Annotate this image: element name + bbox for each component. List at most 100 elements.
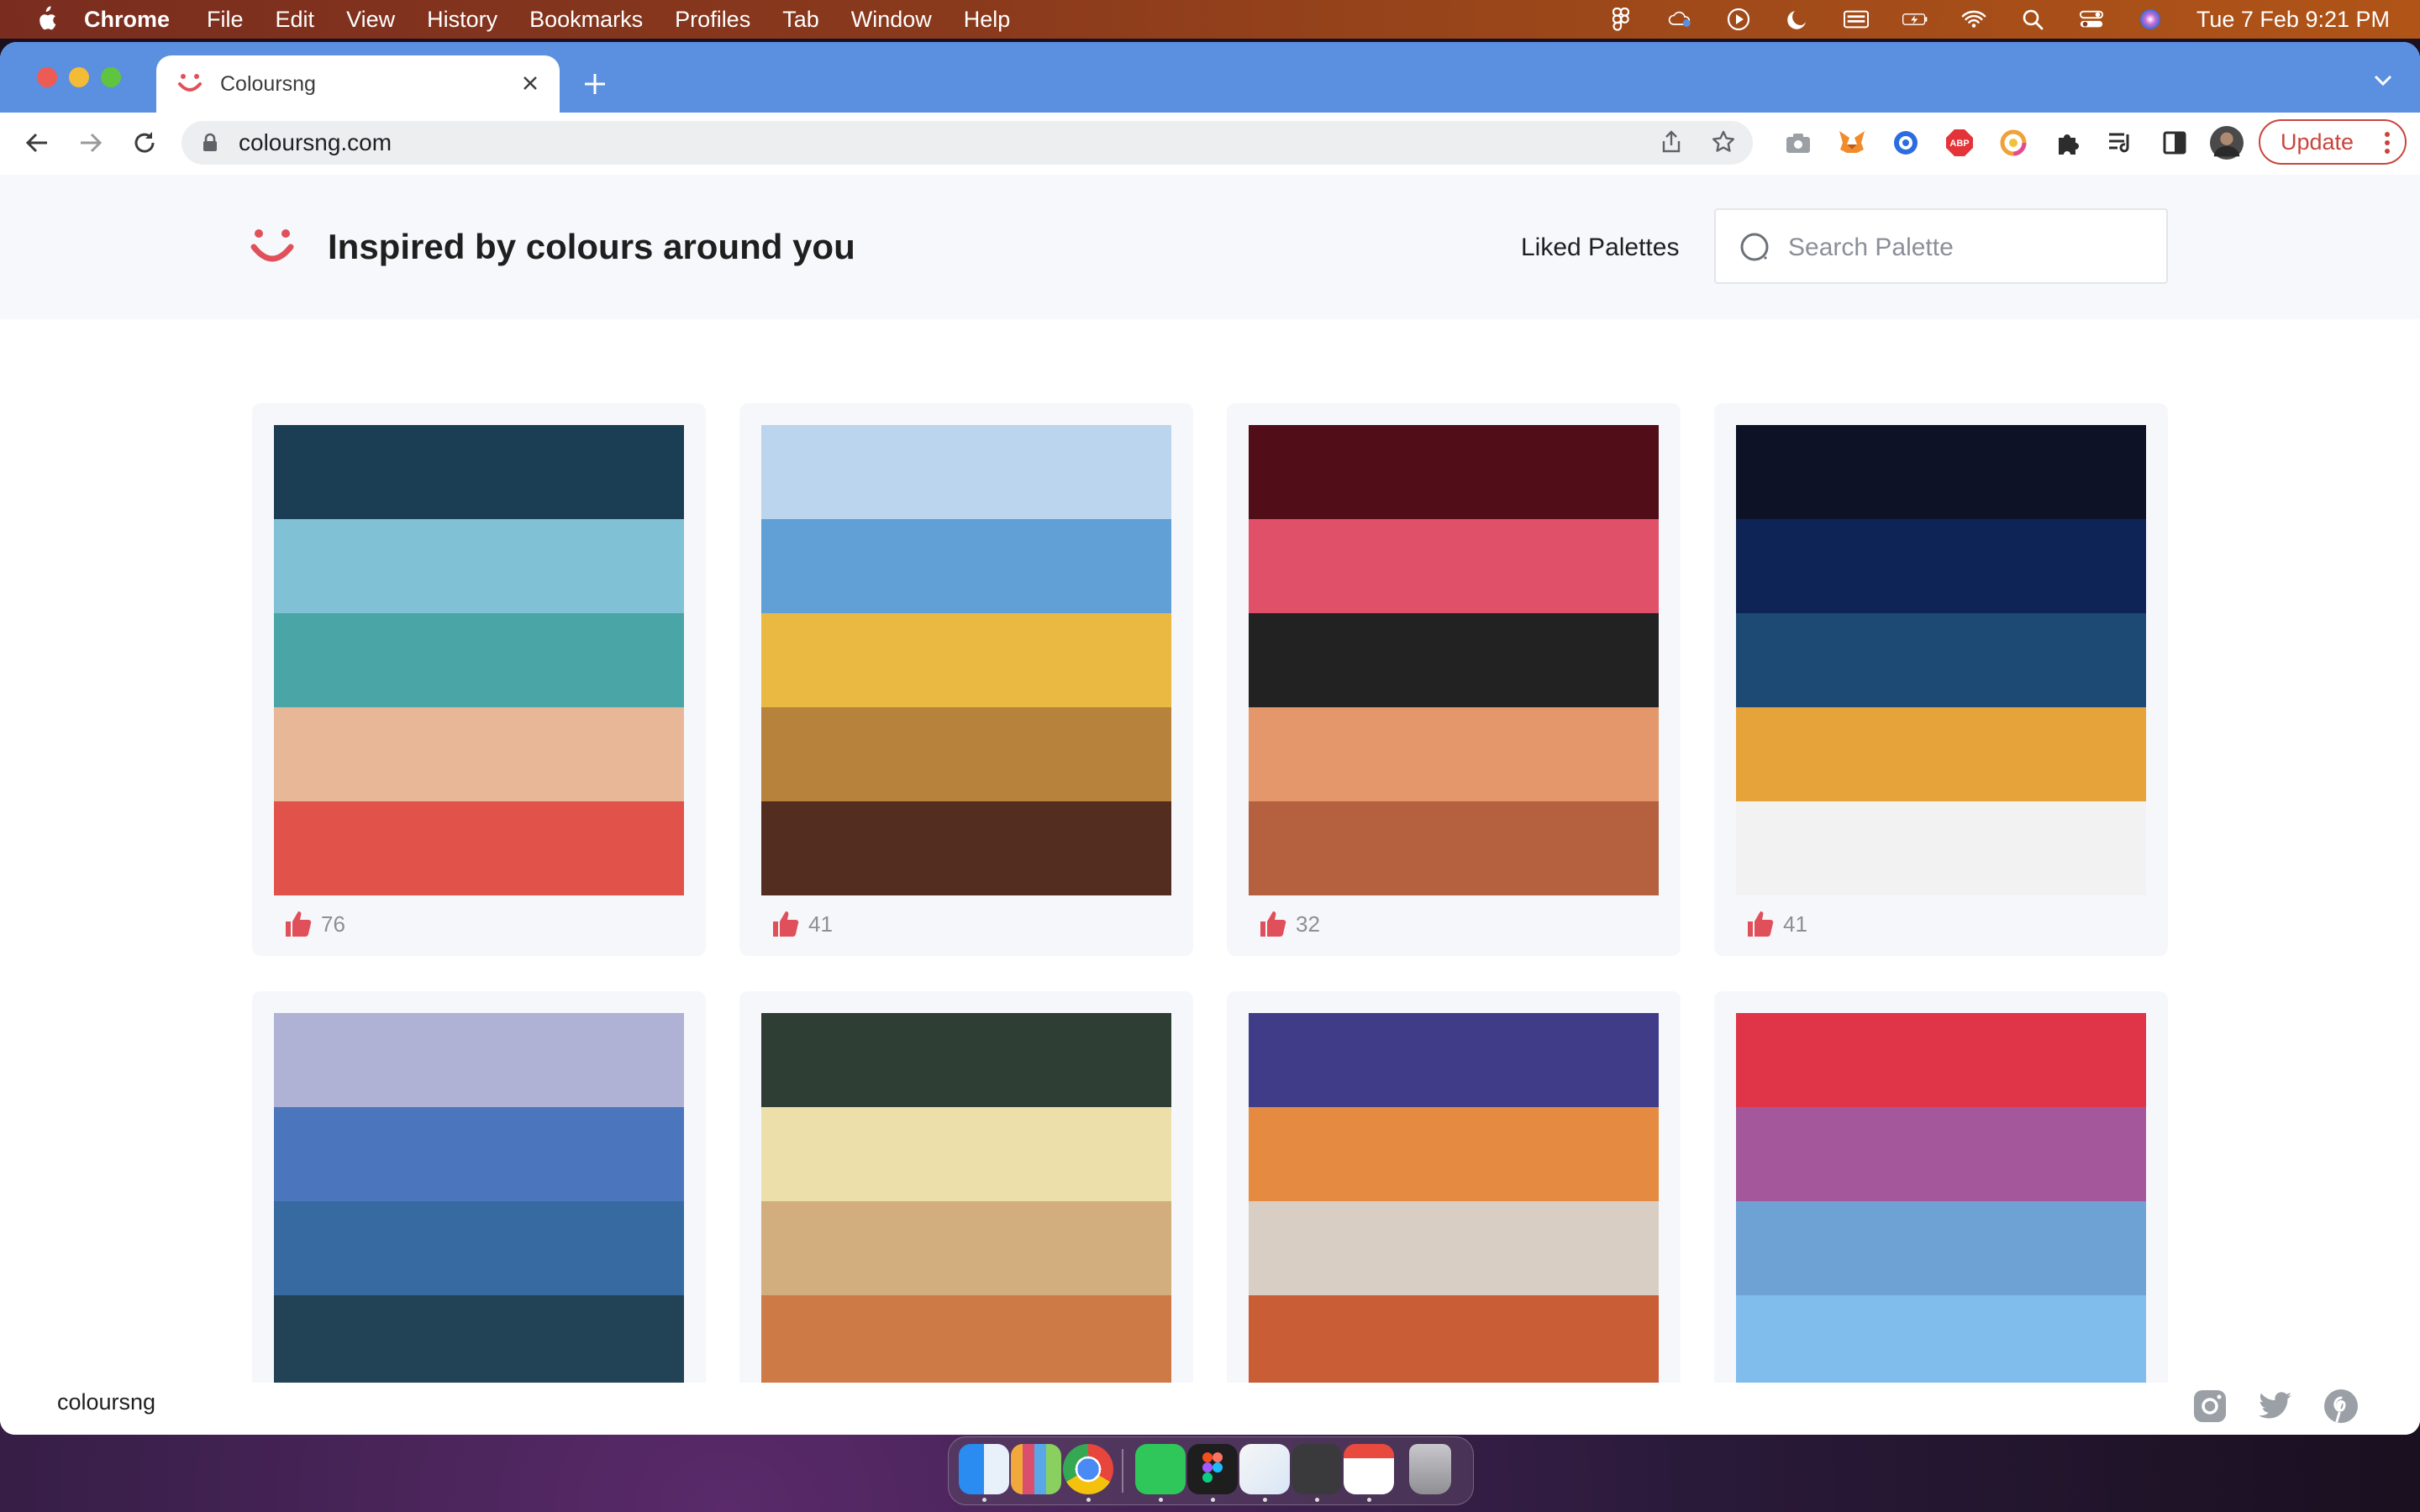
color-swatch[interactable] bbox=[1249, 801, 1659, 895]
color-swatch[interactable] bbox=[274, 613, 684, 707]
pinterest-icon[interactable] bbox=[2323, 1388, 2360, 1425]
spotlight-search-icon[interactable] bbox=[2020, 7, 2045, 32]
siri-icon[interactable] bbox=[2138, 7, 2163, 32]
color-swatch[interactable] bbox=[1249, 1107, 1659, 1201]
color-swatch[interactable] bbox=[761, 519, 1171, 613]
color-swatch[interactable] bbox=[761, 1107, 1171, 1201]
back-arrow-icon[interactable] bbox=[20, 126, 54, 160]
coloursng-logo-icon[interactable] bbox=[249, 225, 296, 272]
adblock-plus-icon[interactable]: ABP bbox=[1943, 126, 1976, 160]
color-swatch[interactable] bbox=[1736, 1295, 2146, 1383]
menu-profiles[interactable]: Profiles bbox=[675, 7, 750, 33]
instagram-icon[interactable] bbox=[2191, 1388, 2228, 1425]
cloud-sync-icon[interactable] bbox=[1667, 7, 1692, 32]
twitter-icon[interactable] bbox=[2257, 1388, 2294, 1425]
palette-card[interactable] bbox=[739, 991, 1193, 1383]
color-swatch[interactable] bbox=[1736, 801, 2146, 895]
whatsapp-app-icon[interactable] bbox=[1135, 1444, 1186, 1494]
menu-view[interactable]: View bbox=[346, 7, 395, 33]
menu-help[interactable]: Help bbox=[964, 7, 1011, 33]
palette-card[interactable]: 76 bbox=[252, 403, 706, 956]
profile-avatar[interactable] bbox=[2210, 126, 2244, 160]
bookmark-star-icon[interactable] bbox=[1711, 129, 1736, 155]
color-swatch[interactable] bbox=[1249, 1013, 1659, 1107]
color-swatch[interactable] bbox=[274, 801, 684, 895]
calendar-app-icon[interactable] bbox=[1344, 1444, 1394, 1494]
forward-arrow-icon[interactable] bbox=[74, 126, 108, 160]
apple-menu-icon[interactable] bbox=[34, 5, 59, 34]
color-swatch[interactable] bbox=[761, 425, 1171, 519]
menu-app-name[interactable]: Chrome bbox=[84, 7, 170, 33]
rainbow-ring-extension-icon[interactable] bbox=[1996, 126, 2030, 160]
close-tab-icon[interactable] bbox=[518, 71, 543, 96]
camera-extension-icon[interactable] bbox=[1781, 126, 1815, 160]
palette-card[interactable]: 41 bbox=[739, 403, 1193, 956]
reading-list-icon[interactable] bbox=[2104, 126, 2138, 160]
tab-coloursng[interactable]: Coloursng bbox=[156, 55, 560, 113]
color-swatch[interactable] bbox=[1736, 425, 2146, 519]
search-palette-box[interactable] bbox=[1714, 208, 2168, 284]
color-swatch[interactable] bbox=[274, 1107, 684, 1201]
control-center-icon[interactable] bbox=[2079, 7, 2104, 32]
color-swatch[interactable] bbox=[274, 1201, 684, 1295]
like-button[interactable]: 41 bbox=[771, 906, 833, 942]
liked-palettes-link[interactable]: Liked Palettes bbox=[1521, 234, 1679, 262]
reload-icon[interactable] bbox=[128, 126, 161, 160]
freeform-app-icon[interactable] bbox=[1239, 1444, 1290, 1494]
calculator-app-icon[interactable] bbox=[1292, 1444, 1342, 1494]
palette-card[interactable] bbox=[252, 991, 706, 1383]
color-swatch[interactable] bbox=[761, 801, 1171, 895]
palette-card[interactable]: 32 bbox=[1227, 403, 1681, 956]
share-icon[interactable] bbox=[1659, 129, 1684, 155]
night-mode-icon[interactable] bbox=[1785, 7, 1810, 32]
footer-logo[interactable]: coloursng bbox=[57, 1389, 155, 1415]
minimize-window-button[interactable] bbox=[69, 67, 89, 87]
tab-search-chevron-icon[interactable] bbox=[2368, 66, 2398, 96]
color-swatch[interactable] bbox=[1249, 707, 1659, 801]
color-swatch[interactable] bbox=[761, 1013, 1171, 1107]
palette-card[interactable] bbox=[1227, 991, 1681, 1383]
play-circle-icon[interactable] bbox=[1726, 7, 1751, 32]
menu-bar-clock[interactable]: Tue 7 Feb 9:21 PM bbox=[2196, 7, 2390, 33]
palette-swatches[interactable] bbox=[274, 425, 684, 895]
color-swatch[interactable] bbox=[1736, 519, 2146, 613]
color-swatch[interactable] bbox=[1736, 1013, 2146, 1107]
battery-charging-icon[interactable] bbox=[1902, 7, 1928, 32]
side-panel-icon[interactable] bbox=[2158, 126, 2191, 160]
figma-menu-icon[interactable] bbox=[1608, 7, 1634, 32]
address-bar[interactable]: coloursng.com bbox=[182, 121, 1753, 165]
color-swatch[interactable] bbox=[761, 707, 1171, 801]
palette-swatches[interactable] bbox=[761, 1013, 1171, 1383]
menu-tab[interactable]: Tab bbox=[782, 7, 819, 33]
thumbs-up-icon[interactable] bbox=[284, 910, 313, 938]
url-text[interactable]: coloursng.com bbox=[239, 129, 392, 156]
like-button[interactable]: 32 bbox=[1259, 906, 1320, 942]
search-palette-input[interactable] bbox=[1786, 227, 2143, 269]
close-window-button[interactable] bbox=[37, 67, 57, 87]
menu-edit[interactable]: Edit bbox=[276, 7, 315, 33]
color-swatch[interactable] bbox=[1736, 1107, 2146, 1201]
zoom-window-button[interactable] bbox=[101, 67, 121, 87]
menu-window[interactable]: Window bbox=[851, 7, 932, 33]
color-swatch[interactable] bbox=[1736, 707, 2146, 801]
palette-swatches[interactable] bbox=[761, 425, 1171, 895]
thumbs-up-icon[interactable] bbox=[1259, 910, 1287, 938]
color-swatch[interactable] bbox=[274, 1013, 684, 1107]
color-swatch[interactable] bbox=[1249, 425, 1659, 519]
lock-icon[interactable] bbox=[200, 133, 220, 153]
color-swatch[interactable] bbox=[1736, 613, 2146, 707]
menu-history[interactable]: History bbox=[427, 7, 497, 33]
color-swatch[interactable] bbox=[274, 425, 684, 519]
color-swatch[interactable] bbox=[1249, 1201, 1659, 1295]
menu-bookmarks[interactable]: Bookmarks bbox=[529, 7, 643, 33]
like-button[interactable]: 76 bbox=[284, 906, 345, 942]
color-swatch[interactable] bbox=[1736, 1201, 2146, 1295]
palette-swatches[interactable] bbox=[1736, 1013, 2146, 1383]
figma-app-icon[interactable] bbox=[1187, 1444, 1238, 1494]
color-swatch[interactable] bbox=[761, 1201, 1171, 1295]
palette-card[interactable]: 41 bbox=[1714, 403, 2168, 956]
color-swatch[interactable] bbox=[274, 1295, 684, 1383]
launchpad-app-icon[interactable] bbox=[1011, 1444, 1061, 1494]
trash-app-icon[interactable] bbox=[1409, 1444, 1451, 1494]
color-swatch[interactable] bbox=[1249, 519, 1659, 613]
